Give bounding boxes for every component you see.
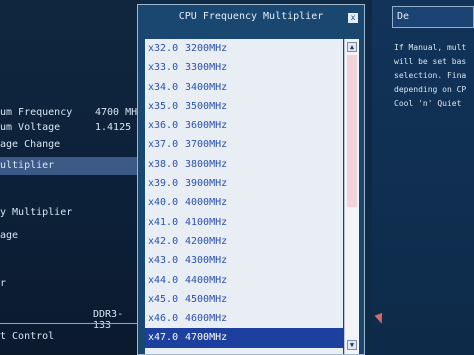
item-multiplier: x41.0 bbox=[148, 216, 179, 228]
item-multiplier: x40.0 bbox=[148, 197, 179, 209]
list-item[interactable]: x37.0 3700MHz bbox=[145, 135, 343, 154]
close-button[interactable]: x bbox=[348, 13, 358, 23]
list-item[interactable]: x46.0 4600MHz bbox=[145, 309, 343, 328]
list-item[interactable]: x40.0 4000MHz bbox=[145, 193, 343, 212]
item-frequency: 4300MHz bbox=[185, 255, 228, 267]
list-item[interactable]: x43.0 4300MHz bbox=[145, 251, 343, 270]
item-frequency: 3500MHz bbox=[185, 100, 228, 112]
item-multiplier: x45.0 bbox=[148, 293, 179, 305]
help-panel: De If Manual, mult will be set bas selec… bbox=[372, 0, 474, 355]
item-frequency: 4200MHz bbox=[185, 235, 228, 247]
item-frequency: 3900MHz bbox=[185, 178, 228, 190]
help-text: selection. Fina bbox=[394, 71, 467, 80]
item-multiplier: x32.0 bbox=[148, 43, 179, 54]
item-multiplier: x46.0 bbox=[148, 313, 179, 325]
row-cpu-multiplier[interactable]: ultiplier bbox=[0, 157, 140, 175]
list-item[interactable]: x45.0 4500MHz bbox=[145, 290, 343, 309]
divider bbox=[0, 323, 140, 324]
list-item[interactable]: x41.0 4100MHz bbox=[145, 213, 343, 232]
item-multiplier: x44.0 bbox=[148, 274, 179, 286]
item-multiplier: x35.0 bbox=[148, 100, 179, 112]
row-label: ultiplier bbox=[0, 160, 55, 171]
list-item[interactable]: x33.0 3300MHz bbox=[145, 58, 343, 77]
item-multiplier: x33.0 bbox=[148, 62, 179, 74]
ddr-label: DDR3-133 bbox=[93, 309, 124, 331]
list-item[interactable]: x38.0 3800MHz bbox=[145, 155, 343, 174]
list-item-selected[interactable]: x47.0 4700MHz bbox=[145, 328, 343, 348]
scroll-up-button[interactable]: ▲ bbox=[347, 42, 357, 52]
item-frequency: 3600MHz bbox=[185, 120, 228, 132]
row-label: age bbox=[0, 230, 19, 241]
list-item[interactable]: x44.0 4400MHz bbox=[145, 271, 343, 290]
item-frequency: 4600MHz bbox=[185, 313, 228, 325]
multiplier-list[interactable]: x32.0 3200MHz x33.0 3300MHz x34.0 3400MHz x… bbox=[145, 39, 343, 354]
item-multiplier: x36.0 bbox=[148, 120, 179, 132]
row-label: t Control bbox=[0, 331, 55, 342]
item-frequency: 3700MHz bbox=[185, 139, 228, 151]
item-multiplier: x34.0 bbox=[148, 81, 179, 93]
help-text: Cool 'n' Quiet bbox=[394, 99, 462, 108]
item-frequency: 3800MHz bbox=[185, 158, 228, 170]
list-item[interactable]: x34.0 3400MHz bbox=[145, 78, 343, 97]
row-value: 4700 MHz bbox=[95, 107, 144, 118]
popup-title: CPU Frequency Multiplier bbox=[178, 11, 324, 22]
item-multiplier: x43.0 bbox=[148, 255, 179, 267]
cpu-multiplier-popup: CPU Frequency Multiplier x x32.0 3200MHz … bbox=[137, 4, 365, 355]
item-multiplier: x47.0 bbox=[148, 332, 179, 344]
chevron-down-icon: ▼ bbox=[349, 341, 355, 349]
row-label: um Frequency bbox=[0, 107, 73, 118]
row-label: y Multiplier bbox=[0, 207, 73, 218]
list-item[interactable]: x36.0 3600MHz bbox=[145, 116, 343, 135]
item-frequency: 4100MHz bbox=[185, 216, 228, 228]
item-frequency: 3200MHz bbox=[185, 43, 228, 54]
settings-panel: um Frequency 4700 MHz um Voltage 1.4125 … bbox=[0, 0, 144, 355]
row-value: 1.4125 V bbox=[95, 122, 144, 133]
item-multiplier: x38.0 bbox=[148, 158, 179, 170]
list-item[interactable]: x32.0 3200MHz bbox=[145, 39, 343, 58]
item-multiplier: x37.0 bbox=[148, 139, 179, 151]
help-text: will be set bas bbox=[394, 57, 467, 66]
scroll-down-button[interactable]: ▼ bbox=[347, 340, 357, 350]
row-label: um Voltage bbox=[0, 122, 61, 133]
item-frequency: 4000MHz bbox=[185, 197, 228, 209]
list-item[interactable]: x42.0 4200MHz bbox=[145, 232, 343, 251]
help-text: If Manual, mult bbox=[394, 43, 467, 52]
item-frequency: 3300MHz bbox=[185, 62, 228, 74]
item-multiplier: x42.0 bbox=[148, 235, 179, 247]
help-text: depending on CP bbox=[394, 85, 467, 94]
list-item[interactable]: x35.0 3500MHz bbox=[145, 97, 343, 116]
list-item[interactable]: x39.0 3900MHz bbox=[145, 174, 343, 193]
close-icon: x bbox=[350, 13, 356, 22]
item-multiplier: x39.0 bbox=[148, 178, 179, 190]
item-frequency: 4700MHz bbox=[185, 332, 228, 344]
row-label: r bbox=[0, 278, 7, 289]
scrollbar[interactable]: ▲ ▼ bbox=[344, 39, 359, 354]
help-title: De bbox=[392, 6, 474, 28]
item-frequency: 4500MHz bbox=[185, 293, 228, 305]
chevron-up-icon: ▲ bbox=[349, 43, 355, 51]
item-frequency: 3400MHz bbox=[185, 81, 228, 93]
scroll-thumb[interactable] bbox=[347, 55, 357, 207]
row-label: age Change bbox=[0, 139, 61, 150]
item-frequency: 4400MHz bbox=[185, 274, 228, 286]
